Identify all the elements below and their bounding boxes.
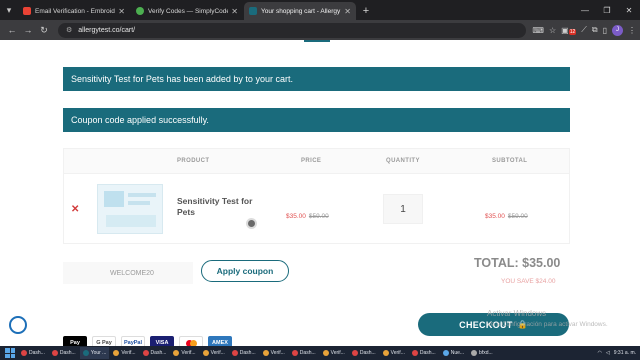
cart-total: TOTAL: $35.00 <box>474 256 561 270</box>
toolbar-icons: ⌨ ☆ ▣12 ⟋ ⧉ ▯ J ⋮ <box>532 24 636 36</box>
close-icon[interactable]: ✕ <box>231 7 238 16</box>
apple-pay-icon: Pay <box>63 336 87 346</box>
taskbar-item[interactable]: Nue... <box>440 347 467 359</box>
browser-tab-strip: ▾ Email Verification - Embroidery ✕ Veri… <box>0 0 640 20</box>
chat-icon[interactable] <box>9 316 27 334</box>
taskbar-item[interactable]: Dash... <box>349 347 379 359</box>
watermark-title: Activar Windows <box>487 309 547 318</box>
remove-item-icon[interactable]: ✕ <box>71 204 79 215</box>
visa-icon: VISA <box>150 336 174 346</box>
cart-table: PRODUCT PRICE QUANTITY SUBTOTAL ✕ Sensit… <box>63 148 570 244</box>
product-name-link[interactable]: Sensitivity Test for Pets <box>177 196 267 218</box>
tab-title: Your shopping cart - Allergy Te <box>261 7 342 15</box>
taskbar-item[interactable]: bfxd... <box>468 347 496 359</box>
amex-icon: AMEX <box>208 336 232 346</box>
taskbar-item[interactable]: Dash... <box>409 347 439 359</box>
you-save-text: YOU SAVE $24.00 <box>501 278 556 285</box>
menu-kebab-icon[interactable]: ⋮ <box>628 26 636 35</box>
extension-icon[interactable]: ▣12 <box>561 26 577 35</box>
cart-item-row: ✕ Sensitivity Test for Pets $35.00 $59.00… <box>64 173 569 245</box>
bookmark-star-icon[interactable]: ☆ <box>549 26 556 35</box>
taskbar-item[interactable]: Your ... <box>79 347 110 359</box>
taskbar-item[interactable]: Verif... <box>170 347 198 359</box>
subtotal-cell: $35.00 $59.00 <box>485 205 528 223</box>
taskbar-item[interactable]: Verif... <box>200 347 228 359</box>
new-tab-button[interactable]: + <box>357 2 375 20</box>
coupon-code-input[interactable]: WELCOME20 <box>63 262 193 284</box>
paypal-icon: PayPal <box>121 336 145 346</box>
taskbar-item[interactable]: Verif... <box>320 347 348 359</box>
column-quantity: QUANTITY <box>386 158 420 164</box>
quantity-input[interactable]: 1 <box>383 194 423 224</box>
column-price: PRICE <box>301 158 322 164</box>
clock[interactable]: 9:31 a. m. <box>614 350 636 356</box>
gmail-icon <box>23 7 31 15</box>
close-icon[interactable]: ✕ <box>118 7 125 16</box>
coupon-applied-notice: Coupon code applied successfully. <box>63 108 570 132</box>
volume-icon[interactable]: ◁ <box>606 350 610 356</box>
taskbar-item[interactable]: Verif... <box>110 347 138 359</box>
start-icon[interactable] <box>5 348 15 358</box>
windows-taskbar: Dash... Dash... Your ... Verif... Dash..… <box>0 346 640 360</box>
regular-price: $59.00 <box>308 213 329 220</box>
tab-title: Verify Codes — SimplyCodes <box>148 7 229 15</box>
column-subtotal: SUBTOTAL <box>492 158 528 164</box>
apply-coupon-button[interactable]: Apply coupon <box>201 260 289 282</box>
browser-toolbar: ← → ↻ ⚙ allergytest.co/cart/ ⌨ ☆ ▣12 ⟋ ⧉… <box>0 20 640 40</box>
tab-search-icon[interactable]: ▾ <box>0 0 18 20</box>
payment-methods: Pay G Pay PayPal VISA AMEX <box>63 336 232 346</box>
column-product: PRODUCT <box>177 158 210 164</box>
sale-subtotal: $35.00 <box>485 213 505 220</box>
cart-table-header: PRODUCT PRICE QUANTITY SUBTOTAL <box>64 149 569 173</box>
added-to-cart-notice: Sensitivity Test for Pets has been added… <box>63 67 570 91</box>
window-controls: — ❐ ✕ <box>574 0 640 20</box>
watermark-subtitle: Ve a Configuración para activar Windows. <box>487 321 608 328</box>
cart-page: Sensitivity Test for Pets has been added… <box>0 40 640 346</box>
taskbar-item[interactable]: Dash... <box>289 347 319 359</box>
taskbar-item[interactable]: Dash... <box>229 347 259 359</box>
taskbar-item[interactable]: Verif... <box>260 347 288 359</box>
restore-icon[interactable]: ❐ <box>596 0 618 20</box>
product-thumbnail[interactable] <box>97 184 163 234</box>
header-accent-line <box>304 40 330 42</box>
translate-icon[interactable]: ⌨ <box>532 26 544 35</box>
taskbar-item[interactable]: Dash... <box>18 347 48 359</box>
close-window-icon[interactable]: ✕ <box>618 0 640 20</box>
regular-subtotal: $59.00 <box>507 213 528 220</box>
tab-title: Email Verification - Embroidery <box>35 7 116 15</box>
address-bar[interactable]: ⚙ allergytest.co/cart/ <box>58 22 527 38</box>
wifi-icon[interactable]: ◠ <box>598 350 602 356</box>
simplycodes-icon <box>136 7 144 15</box>
back-icon[interactable]: ← <box>4 25 20 35</box>
forward-icon[interactable]: → <box>20 25 36 35</box>
system-tray: ◠ ◁ 9:31 a. m. <box>598 346 636 360</box>
extension-badge: 12 <box>568 28 577 35</box>
windows-activation-watermark: Activar Windows Ve a Configuración para … <box>487 308 608 330</box>
google-pay-icon: G Pay <box>92 336 116 346</box>
sidebar-icon[interactable]: ▯ <box>603 26 607 35</box>
site-info-icon[interactable]: ⚙ <box>66 26 72 34</box>
minimize-icon[interactable]: — <box>574 0 596 20</box>
price-cell: $35.00 $59.00 <box>286 205 329 223</box>
taskbar-item[interactable]: Verif... <box>380 347 408 359</box>
extension-2-icon[interactable]: ⟋ <box>581 25 587 35</box>
tab-verify-codes[interactable]: Verify Codes — SimplyCodes ✕ <box>131 2 243 20</box>
url-text: allergytest.co/cart/ <box>78 26 136 34</box>
tab-email-verification[interactable]: Email Verification - Embroidery ✕ <box>18 2 130 20</box>
close-icon[interactable]: ✕ <box>344 7 351 16</box>
mastercard-icon <box>179 336 203 346</box>
profile-avatar[interactable]: J <box>612 24 623 36</box>
allergytest-icon <box>249 7 257 15</box>
reload-icon[interactable]: ↻ <box>36 25 52 36</box>
sale-price: $35.00 <box>286 213 306 220</box>
taskbar-item[interactable]: Dash... <box>49 347 79 359</box>
tab-shopping-cart[interactable]: Your shopping cart - Allergy Te ✕ <box>244 2 356 20</box>
mouse-cursor <box>246 218 257 229</box>
extensions-puzzle-icon[interactable]: ⧉ <box>592 25 598 35</box>
taskbar-item[interactable]: Dash... <box>140 347 170 359</box>
